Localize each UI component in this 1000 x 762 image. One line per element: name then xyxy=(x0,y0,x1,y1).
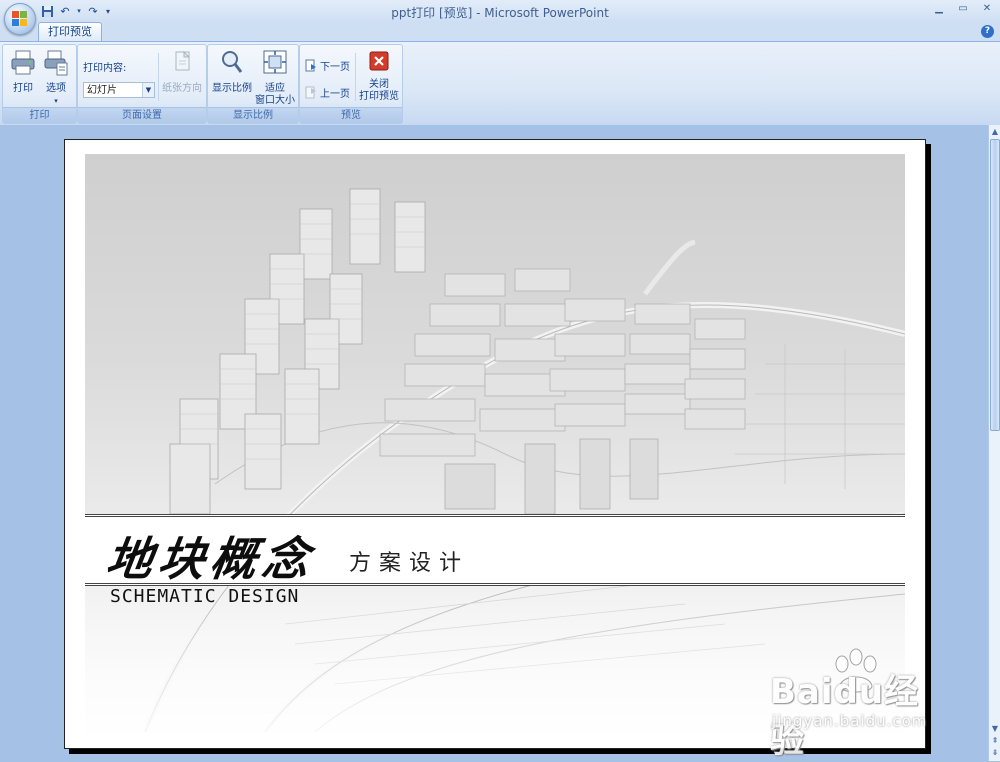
site-plan-illustration xyxy=(85,188,905,732)
window-controls: ▁ ▭ ✕ xyxy=(932,2,994,16)
restore-button[interactable]: ▭ xyxy=(956,2,970,16)
previous-page-icon xyxy=(305,86,316,99)
close-icon xyxy=(369,51,389,71)
zoom-button[interactable]: 显示比例 xyxy=(211,49,253,95)
print-button-label: 打印 xyxy=(13,83,33,94)
zoom-group-label: 显示比例 xyxy=(208,107,298,123)
slide-subtitle: 方案设计 xyxy=(349,551,470,576)
orientation-button[interactable]: 纸张方向 xyxy=(161,49,203,95)
next-page-button[interactable]: 下一页 xyxy=(305,58,350,73)
chevron-down-icon: ▼ xyxy=(142,83,154,97)
zoom-group: 显示比例 适应 窗口大小 显示比例 xyxy=(207,44,299,124)
slide-preview: 地块概念 方案设计 SCHEMATIC DESIGN xyxy=(85,154,905,732)
print-what-value: 幻灯片 xyxy=(87,85,117,96)
options-button[interactable]: 选项 ▾ xyxy=(41,49,71,107)
slide-title: 地块概念 xyxy=(102,532,319,586)
print-group-label: 打印 xyxy=(3,107,76,123)
next-page-label: 下一页 xyxy=(320,62,350,73)
watermark-url: jingyan.baidu.com xyxy=(772,712,928,730)
preview-group: 下一页 上一页 关闭 打印预览 预览 xyxy=(299,44,403,124)
printer-icon xyxy=(11,50,35,75)
scroll-thumb[interactable] xyxy=(990,139,1000,431)
window-title: ppt打印 [预览] - Microsoft PowerPoint xyxy=(391,6,609,20)
print-options-icon xyxy=(44,50,68,76)
fit-to-window-button[interactable]: 适应 窗口大小 xyxy=(254,49,296,107)
slide-english-title: SCHEMATIC DESIGN xyxy=(110,586,300,607)
close-print-preview-button[interactable]: 关闭 打印预览 xyxy=(357,49,401,103)
help-icon[interactable]: ? xyxy=(981,25,994,38)
close-window-button[interactable]: ✕ xyxy=(980,2,994,16)
vertical-scrollbar[interactable]: ▲ ▼ ⇞ ⇟ xyxy=(988,125,1000,761)
fit-window-icon xyxy=(263,50,287,74)
close-preview-label-line1: 关闭 xyxy=(369,79,389,90)
ribbon-tab-row: 打印预览 ? xyxy=(0,22,1000,41)
print-what-label: 打印内容: xyxy=(83,63,127,74)
print-button[interactable]: 打印 xyxy=(8,49,38,95)
office-logo-icon xyxy=(12,11,28,27)
scroll-down-icon[interactable]: ▼ xyxy=(990,723,1000,735)
title-bar: ↶ ▾ ↷ ▾ ppt打印 [预览] - Microsoft PowerPoin… xyxy=(0,0,1000,22)
tab-print-preview[interactable]: 打印预览 xyxy=(38,22,102,41)
options-button-label: 选项 xyxy=(46,83,66,94)
preview-group-label: 预览 xyxy=(300,107,402,123)
options-dropdown-icon: ▾ xyxy=(54,97,58,105)
ribbon: 打印 选项 ▾ 打印 打印内容: 幻灯片 ▼ 纸张方向 页面设置 显示比例 适应… xyxy=(0,41,1000,126)
print-group: 打印 选项 ▾ 打印 xyxy=(2,44,77,124)
previous-slide-icon[interactable]: ⇞ xyxy=(990,735,1000,747)
minimize-button[interactable]: ▁ xyxy=(932,2,946,16)
previous-page-label: 上一页 xyxy=(320,89,350,100)
group-separator xyxy=(355,53,356,101)
previous-page-button[interactable]: 上一页 xyxy=(305,85,350,100)
page-setup-group: 打印内容: 幻灯片 ▼ 纸张方向 页面设置 xyxy=(77,44,207,124)
close-preview-label-line2: 打印预览 xyxy=(359,91,399,102)
slide-title-band: 地块概念 方案设计 xyxy=(85,514,905,586)
next-page-icon xyxy=(305,59,316,72)
next-slide-icon[interactable]: ⇟ xyxy=(990,747,1000,759)
baidu-watermark: Baidu经验 jingyan.baidu.com xyxy=(762,648,952,761)
fit-button-label-line1: 适应 xyxy=(265,83,285,94)
zoom-button-label: 显示比例 xyxy=(212,83,252,94)
page-setup-group-label: 页面设置 xyxy=(78,107,206,123)
orientation-button-label: 纸张方向 xyxy=(162,83,202,94)
scroll-up-icon[interactable]: ▲ xyxy=(990,126,1000,138)
group-separator xyxy=(158,53,159,101)
office-button[interactable] xyxy=(4,3,36,35)
print-what-select[interactable]: 幻灯片 ▼ xyxy=(83,82,155,98)
magnifier-icon xyxy=(222,51,243,73)
fit-button-label-line2: 窗口大小 xyxy=(255,95,295,106)
page-orientation-icon xyxy=(175,50,191,71)
